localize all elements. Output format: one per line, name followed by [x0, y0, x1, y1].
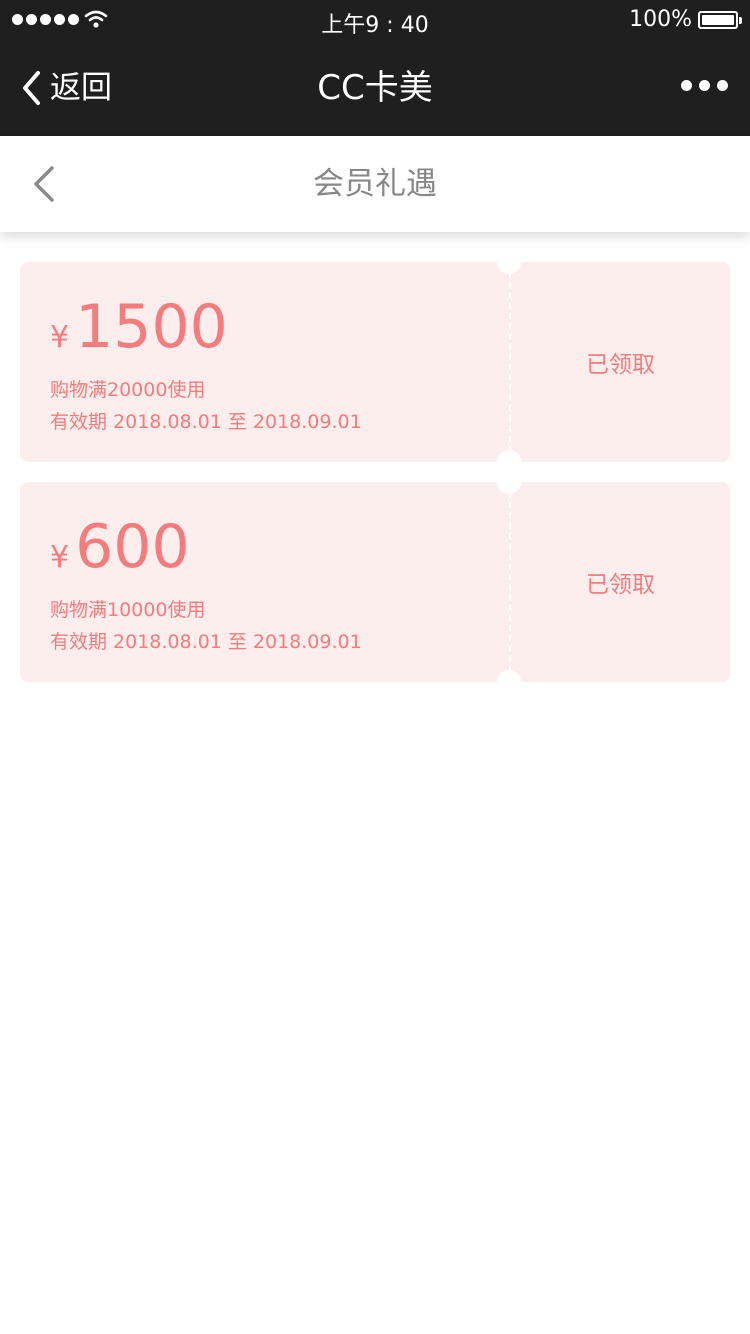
coupon-amount: ¥ 1500 — [50, 292, 228, 362]
currency-symbol: ¥ — [50, 540, 70, 575]
coupon-value: 1500 — [75, 292, 228, 362]
coupon-value: 600 — [75, 512, 190, 582]
coupon-status: 已领取 — [586, 572, 655, 598]
coupon-main: ¥ 600 购物满10000使用 有效期 2018.08.01 至 2018.0… — [20, 482, 509, 682]
coupon-stub: 已领取 — [509, 482, 730, 682]
page-title: 会员礼遇 — [313, 166, 437, 202]
coupon-amount: ¥ 600 — [50, 512, 190, 582]
status-bar: 上午9 : 40 100% — [0, 0, 750, 40]
nav-title: CC卡美 — [317, 68, 433, 108]
coupon-notch — [497, 470, 521, 494]
coupon-card[interactable]: ¥ 1500 购物满20000使用 有效期 2018.08.01 至 2018.… — [20, 250, 730, 474]
nav-bar: 返回 CC卡美 — [0, 40, 750, 136]
more-dots-icon[interactable] — [681, 80, 728, 91]
coupon-status: 已领取 — [586, 352, 655, 378]
coupon-condition: 购物满20000使用 — [50, 379, 206, 401]
coupon-notch — [497, 670, 521, 694]
coupon-card[interactable]: ¥ 600 购物满10000使用 有效期 2018.08.01 至 2018.0… — [20, 470, 730, 694]
coupon-notch — [497, 250, 521, 274]
currency-symbol: ¥ — [50, 320, 70, 355]
coupon-stub: 已领取 — [509, 262, 730, 462]
coupon-main: ¥ 1500 购物满20000使用 有效期 2018.08.01 至 2018.… — [20, 262, 509, 462]
coupon-validity: 有效期 2018.08.01 至 2018.09.01 — [50, 631, 362, 653]
coupon-validity: 有效期 2018.08.01 至 2018.09.01 — [50, 411, 362, 433]
coupon-list: ¥ 1500 购物满20000使用 有效期 2018.08.01 至 2018.… — [20, 250, 730, 702]
page-header: 会员礼遇 — [0, 136, 750, 232]
battery-icon — [698, 11, 742, 29]
battery-percentage: 100% — [629, 7, 692, 32]
coupon-condition: 购物满10000使用 — [50, 599, 206, 621]
